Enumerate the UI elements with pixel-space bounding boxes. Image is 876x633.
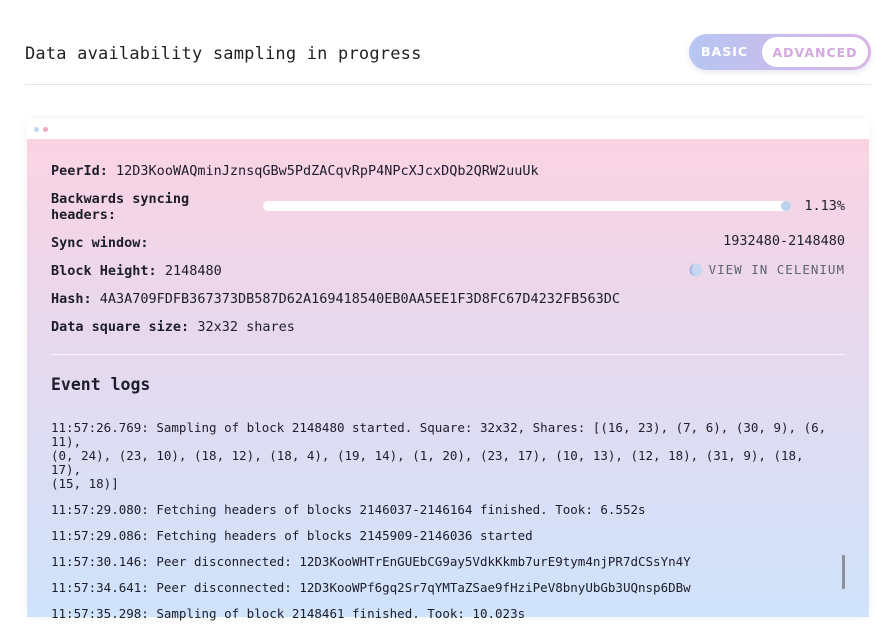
page-header: Data availability sampling in progress B…: [25, 34, 871, 85]
backwards-sync-progress-bar: [263, 201, 791, 211]
block-height-row: Block Height: 2148480: [51, 263, 222, 279]
log-entry: 11:57:34.641: Peer disconnected: 12D3Koo…: [51, 580, 691, 595]
peer-id-label: PeerId:: [51, 163, 108, 179]
sync-window-value: 1932480-2148480: [723, 233, 845, 249]
square-size-row: Data square size: 32x32 shares: [51, 319, 295, 335]
event-logs-title: Event logs: [51, 375, 151, 394]
node-window: PeerId: 12D3KooWAQminJznsqGBw5PdZACqvRpP…: [27, 119, 869, 621]
window-dot-icon: [34, 127, 39, 132]
backwards-sync-progress-fill: [781, 201, 791, 211]
backwards-sync-label-line1: Backwards syncing: [51, 191, 190, 207]
log-entry: 11:57:26.769: Sampling of block 2148480 …: [51, 420, 827, 491]
window-titlebar: [27, 119, 869, 139]
view-in-celenium-label[interactable]: VIEW IN CELENIUM: [709, 262, 845, 277]
window-dot-icon: [43, 127, 48, 132]
log-entry: 11:57:35.298: Sampling of block 2148461 …: [51, 606, 526, 621]
toggle-advanced-option[interactable]: ADVANCED: [762, 37, 868, 67]
backwards-sync-label-line2: headers:: [51, 207, 117, 223]
node-status-panel: PeerId: 12D3KooWAQminJznsqGBw5PdZACqvRpP…: [27, 139, 869, 621]
block-height-value: 2148480: [164, 263, 222, 279]
peer-id-value: 12D3KooWAQminJznsqGBw5PdZACqvRpP4NPcXJcx…: [116, 163, 539, 179]
hash-row: Hash: 4A3A709FDFB367373DB587D62A16941854…: [51, 291, 620, 307]
block-height-label: Block Height:: [51, 263, 157, 279]
hash-label: Hash:: [51, 291, 92, 307]
peer-id-row: PeerId: 12D3KooWAQminJznsqGBw5PdZACqvRpP…: [51, 163, 539, 179]
moon-icon: [689, 263, 703, 276]
hash-value: 4A3A709FDFB367373DB587D62A169418540EB0AA…: [99, 291, 620, 307]
sync-window-row: Sync window:: [51, 235, 149, 251]
view-mode-toggle[interactable]: BASIC ADVANCED: [689, 34, 871, 70]
square-size-label: Data square size:: [51, 319, 190, 335]
view-in-celenium-link[interactable]: VIEW IN CELENIUM: [689, 262, 845, 277]
toggle-basic-option[interactable]: BASIC: [701, 44, 748, 59]
square-size-value: 32x32 shares: [197, 319, 295, 335]
page-title: Data availability sampling in progress: [25, 44, 422, 64]
log-entry: 11:57:30.146: Peer disconnected: 12D3Koo…: [51, 554, 691, 569]
event-log-list: 11:57:26.769: Sampling of block 2148480 …: [51, 421, 831, 633]
log-entry: 11:57:29.086: Fetching headers of blocks…: [51, 528, 533, 543]
sync-window-label: Sync window:: [51, 235, 149, 251]
log-entry: 11:57:29.080: Fetching headers of blocks…: [51, 502, 646, 517]
backwards-sync-percent: 1.13%: [804, 198, 845, 214]
event-log-scrollbar[interactable]: [842, 555, 845, 589]
backwards-sync-label: Backwards syncing headers:: [51, 191, 189, 223]
section-divider: [51, 354, 845, 355]
